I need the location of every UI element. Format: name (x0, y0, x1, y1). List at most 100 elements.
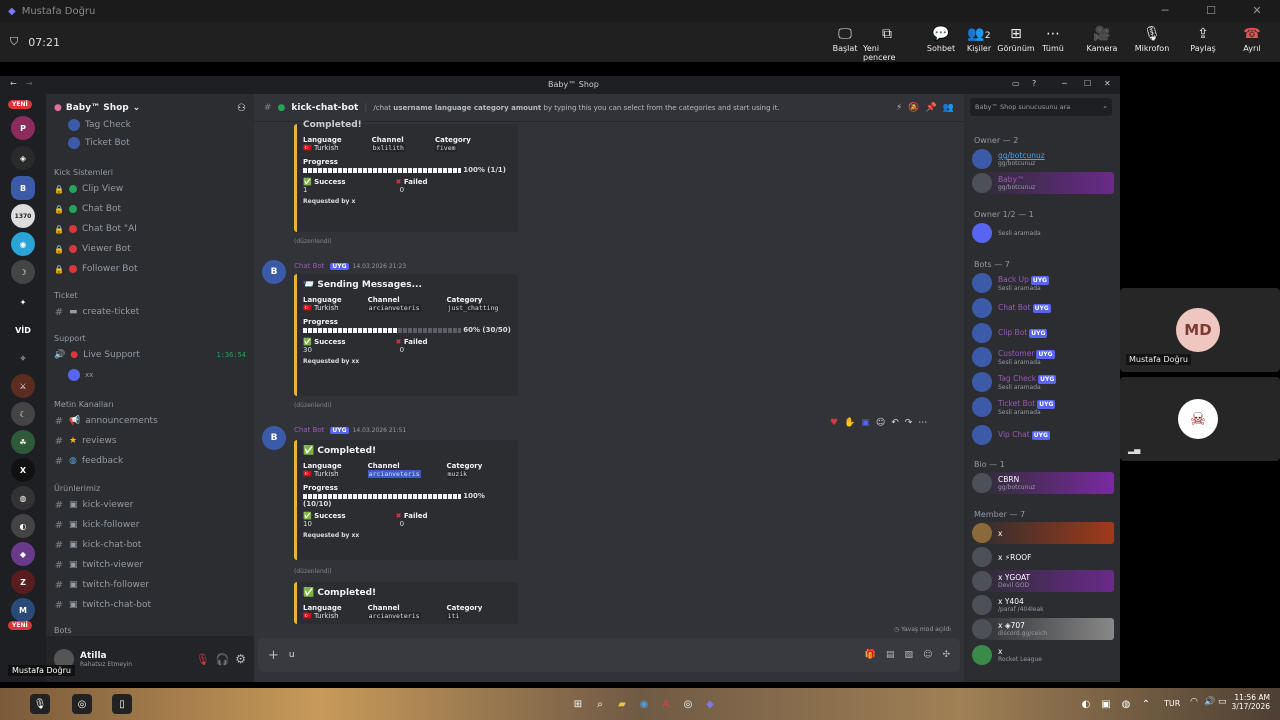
server-icon[interactable]: X (11, 458, 35, 482)
gift-icon[interactable]: 🎁 (865, 650, 876, 660)
server-icon[interactable]: VİD (11, 318, 35, 342)
volume-icon[interactable]: 🔊 (1204, 697, 1215, 707)
search-input[interactable]: Baby™ Shop sunucusunu ara ⌕ (970, 98, 1112, 116)
message-composer[interactable]: + u 🎁 ▤ ▧ ☺ ✣ (258, 638, 960, 672)
wifi-icon[interactable]: ◠ (1190, 697, 1198, 707)
more-icon[interactable]: ⋯ (918, 418, 927, 428)
app-icon[interactable]: ◐ (1076, 694, 1096, 714)
mic-button[interactable]: 🎙 Mikrofon (1128, 24, 1176, 53)
inbox-icon[interactable]: ▭ (1012, 79, 1020, 88)
headset-muted-icon[interactable]: 🎧 (216, 653, 230, 666)
minimize-icon[interactable]: ─ (1062, 79, 1067, 88)
channel-ticket-bot[interactable]: Ticket Bot (68, 134, 260, 152)
member-row[interactable]: x Y404/paraf /404leak (972, 594, 1114, 616)
channel-chat-bot-ai[interactable]: 🔒 Chat Bot "AI (54, 220, 246, 238)
server-icon[interactable]: ◐ (11, 514, 35, 538)
battery-status-icon[interactable]: ▭ (1218, 697, 1227, 707)
member-row[interactable]: x YGOAT Devil GOD (972, 570, 1114, 592)
channel-twitch-chat-bot[interactable]: # ▣ twitch-chat-bot (54, 596, 246, 614)
category-kick-sistemleri[interactable]: Kick Sistemleri (54, 168, 113, 177)
server-icon[interactable]: 1370 (11, 204, 35, 228)
camera-icon[interactable]: ◎ (72, 694, 92, 714)
server-icon[interactable]: ✧ (11, 346, 35, 370)
server-icon-active[interactable]: B (11, 176, 35, 200)
channel-feedback[interactable]: # ◍ feedback (54, 452, 246, 470)
category-bots[interactable]: Bots (54, 626, 72, 635)
channel-announcements[interactable]: # 📢 announcements (54, 412, 246, 430)
chevron-up-icon[interactable]: ⌃ (1136, 694, 1156, 714)
emoji-icon[interactable]: ☺ (923, 650, 932, 660)
share-button[interactable]: ⇪ Paylaş (1179, 24, 1227, 53)
gear-icon[interactable]: ⚙ (235, 652, 246, 666)
gif-icon[interactable]: ▤ (886, 650, 895, 660)
clock[interactable]: 11:56 AM 3/17/2026 (1230, 693, 1270, 711)
threads-icon[interactable]: ⚡ (896, 103, 902, 113)
member-row[interactable]: gg/botcunuz gg/botcunuz (972, 148, 1114, 170)
reply-icon[interactable]: ↶ (891, 418, 899, 428)
pin-icon[interactable]: 📌 (926, 103, 937, 113)
participant-tile[interactable]: MD Mustafa Doğru (1120, 288, 1280, 372)
channel-twitch-viewer[interactable]: # ▣ twitch-viewer (54, 556, 246, 574)
add-attachment-icon[interactable]: + (268, 648, 279, 663)
server-icon[interactable]: ☽ (11, 260, 35, 284)
member-row[interactable]: Chat Bot UYG (972, 297, 1114, 319)
server-icon[interactable]: ◍ (11, 486, 35, 510)
server-icon[interactable]: ☘ (11, 430, 35, 454)
category-ticket[interactable]: Ticket (54, 291, 78, 300)
language-indicator[interactable]: TUR (1164, 699, 1180, 708)
channel-kick-follower[interactable]: # ▣ kick-follower (54, 516, 246, 534)
member-row[interactable]: x Rocket League (972, 644, 1114, 666)
sticker-icon[interactable]: ▧ (905, 650, 914, 660)
mute-icon[interactable]: 🔕 (908, 103, 919, 113)
minimize-icon[interactable]: ─ (1142, 0, 1188, 22)
channel-kick-viewer[interactable]: # ▣ kick-viewer (54, 496, 246, 514)
maximize-icon[interactable]: ☐ (1188, 0, 1234, 22)
server-icon[interactable]: ◆ (11, 542, 35, 566)
mic-muted-icon[interactable]: 🎙 (196, 653, 210, 666)
member-row[interactable]: Clip Bot UYG (972, 322, 1114, 344)
server-icon[interactable]: P (11, 116, 35, 140)
avatar[interactable]: B (262, 426, 286, 450)
emoji-icon[interactable]: ☺ (876, 418, 885, 428)
teams-icon[interactable]: ◆ (700, 694, 720, 714)
apps-icon[interactable]: ✣ (942, 650, 950, 660)
author-name[interactable]: Chat Bot (294, 262, 324, 270)
add-member-icon[interactable]: ⚇ (237, 103, 246, 114)
channel-chat-bot[interactable]: 🔒 Chat Bot (54, 200, 246, 218)
reaction-icon[interactable]: ✋ (844, 418, 855, 428)
leave-button[interactable]: ☎ Ayrıl (1228, 24, 1276, 53)
app-icon[interactable]: ▣ (861, 418, 870, 428)
member-row[interactable]: x (972, 522, 1114, 544)
server-icon[interactable]: M (11, 598, 35, 622)
maximize-icon[interactable]: ☐ (1084, 79, 1091, 88)
folder-icon[interactable]: ▰ (612, 694, 632, 714)
channel-follower-bot[interactable]: 🔒 Follower Bot (54, 260, 246, 278)
channel-twitch-follower[interactable]: # ▣ twitch-follower (54, 576, 246, 594)
avatar[interactable]: B (262, 260, 286, 284)
help-icon[interactable]: ? (1032, 79, 1036, 88)
browser-icon[interactable]: ◉ (634, 694, 654, 714)
channel-kick-chat-bot[interactable]: # ▣ kick-chat-bot (54, 536, 246, 554)
member-row[interactable]: Ticket Bot UYG Sesli aramada (972, 396, 1114, 418)
mic-muted-icon[interactable]: 🎙 (30, 694, 50, 714)
back-icon[interactable]: ← (10, 79, 17, 88)
member-row[interactable]: Sesli aramada (972, 222, 1114, 244)
channel-reviews[interactable]: # ★ reviews (54, 432, 246, 450)
heart-reaction-icon[interactable]: ♥ (830, 418, 838, 428)
server-icon[interactable]: ✦ (11, 290, 35, 314)
server-icon[interactable]: ⚔ (11, 374, 35, 398)
member-row[interactable]: x ⚡ROOF (972, 546, 1114, 568)
acrobat-icon[interactable]: A (656, 694, 676, 714)
channel-live-support[interactable]: 🔊 ● Live Support 1:36:54 (54, 346, 246, 364)
author-name[interactable]: Chat Bot (294, 426, 324, 434)
channel-clip-view[interactable]: 🔒 Clip View (54, 180, 246, 198)
participant-tile-self[interactable]: ☠ ▂▄ (1120, 377, 1280, 461)
channel-viewer-bot[interactable]: 🔒 Viewer Bot (54, 240, 246, 258)
forward-icon[interactable]: → (26, 79, 33, 88)
members-icon[interactable]: 👥 (943, 103, 954, 113)
search-icon[interactable]: ⌕ (590, 694, 610, 714)
channel-create-ticket[interactable]: # ▬ create-ticket (54, 303, 246, 321)
battery-icon[interactable]: ▯ (112, 694, 132, 714)
member-row[interactable]: CBRN gg/botcunuz (972, 472, 1114, 494)
close-icon[interactable]: ✕ (1234, 0, 1280, 22)
